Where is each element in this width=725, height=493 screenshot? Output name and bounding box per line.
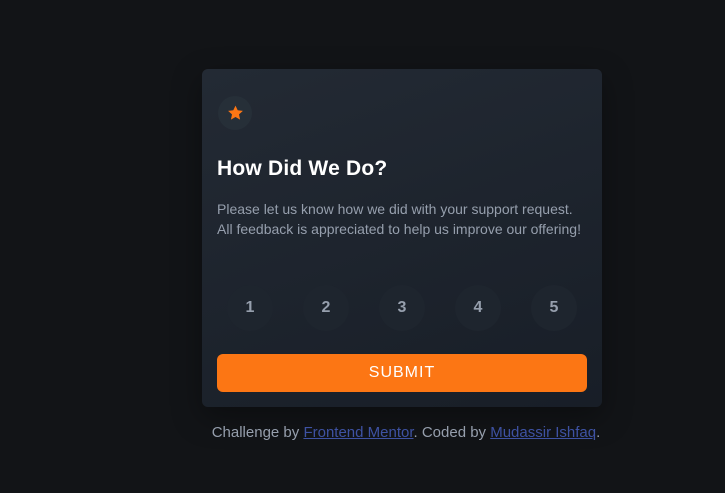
frontend-mentor-link[interactable]: Frontend Mentor — [303, 424, 413, 441]
star-icon-container — [218, 96, 252, 130]
rating-option-3[interactable]: 3 — [379, 285, 425, 331]
submit-button[interactable]: SUBMIT — [217, 354, 587, 392]
attribution-middle: . Coded by — [413, 424, 491, 441]
star-icon — [227, 105, 243, 120]
rating-card: How Did We Do? Please let us know how we… — [202, 69, 602, 407]
card-description: Please let us know how we did with your … — [217, 201, 581, 237]
rating-option-5[interactable]: 5 — [531, 285, 577, 331]
attribution-suffix: . — [596, 424, 601, 441]
author-link[interactable]: Mudassir Ishfaq — [490, 424, 596, 441]
rating-option-2[interactable]: 2 — [303, 285, 349, 331]
rating-option-4[interactable]: 4 — [455, 285, 501, 331]
attribution: Challenge by Frontend Mentor. Coded by M… — [0, 424, 725, 441]
rating-option-1[interactable]: 1 — [227, 285, 273, 331]
attribution-prefix: Challenge by — [211, 424, 304, 441]
card-title: How Did We Do? — [217, 157, 388, 180]
rating-options: 1 2 3 4 5 — [227, 285, 577, 331]
